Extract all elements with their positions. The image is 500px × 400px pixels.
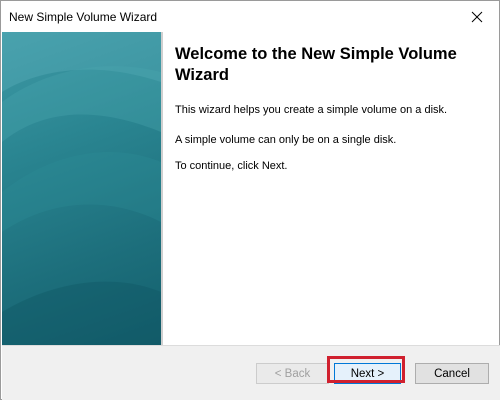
wizard-window: New Simple Volume Wizard Welcome to the … (0, 0, 500, 400)
wizard-content: Welcome to the New Simple Volume Wizard … (163, 32, 499, 345)
next-button[interactable]: Next > (334, 363, 401, 384)
title-bar: New Simple Volume Wizard (1, 1, 499, 32)
description-line-1: This wizard helps you create a simple vo… (175, 104, 448, 116)
description-line-2: A simple volume can only be on a single … (175, 134, 397, 146)
wizard-side-banner (2, 32, 161, 345)
close-icon (471, 11, 483, 22)
cancel-button[interactable]: Cancel (415, 363, 489, 384)
button-bar: < Back Next > Cancel (2, 345, 500, 400)
back-button[interactable]: < Back (256, 363, 329, 384)
window-title: New Simple Volume Wizard (9, 10, 158, 24)
close-button[interactable] (455, 1, 499, 32)
description-line-3: To continue, click Next. (175, 160, 288, 172)
banner-wave-graphic (2, 32, 161, 345)
page-title: Welcome to the New Simple Volume Wizard (175, 45, 457, 84)
